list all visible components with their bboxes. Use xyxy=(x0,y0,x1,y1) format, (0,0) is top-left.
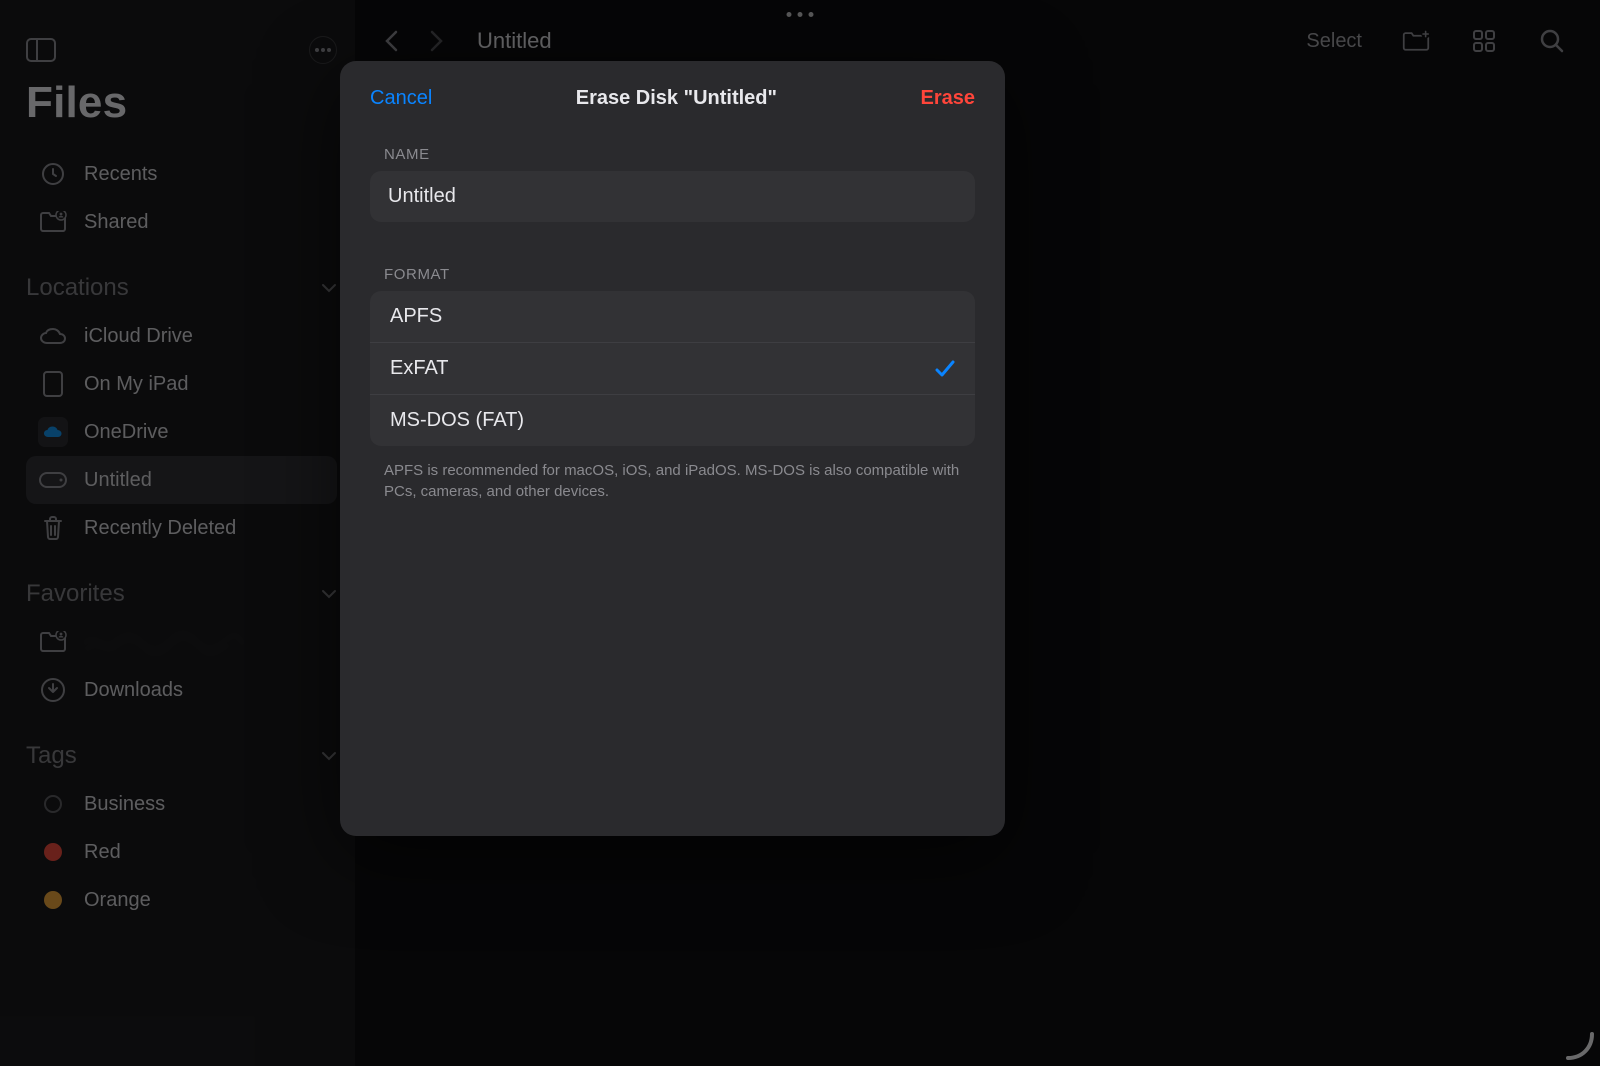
format-option-label: MS-DOS (FAT) xyxy=(390,409,524,432)
erase-button[interactable]: Erase xyxy=(920,87,975,110)
format-list: APFS ExFAT MS-DOS (FAT) xyxy=(370,291,975,446)
status-indicator-dots xyxy=(787,12,814,17)
disk-name-input[interactable] xyxy=(388,185,957,208)
modal-title: Erase Disk "Untitled" xyxy=(576,87,777,110)
disk-name-field-wrapper[interactable] xyxy=(370,171,975,222)
format-option-exfat[interactable]: ExFAT xyxy=(370,342,975,394)
checkmark-icon xyxy=(935,360,955,378)
format-option-msdos[interactable]: MS-DOS (FAT) xyxy=(370,394,975,446)
format-option-apfs[interactable]: APFS xyxy=(370,291,975,342)
cancel-button[interactable]: Cancel xyxy=(370,87,432,110)
name-field-label: NAME xyxy=(384,146,961,163)
format-option-label: APFS xyxy=(390,305,442,328)
format-field-label: FORMAT xyxy=(384,266,961,283)
format-help-text: APFS is recommended for macOS, iOS, and … xyxy=(384,460,961,502)
erase-disk-modal: Cancel Erase Disk "Untitled" Erase NAME … xyxy=(340,61,1005,836)
format-option-label: ExFAT xyxy=(390,357,449,380)
